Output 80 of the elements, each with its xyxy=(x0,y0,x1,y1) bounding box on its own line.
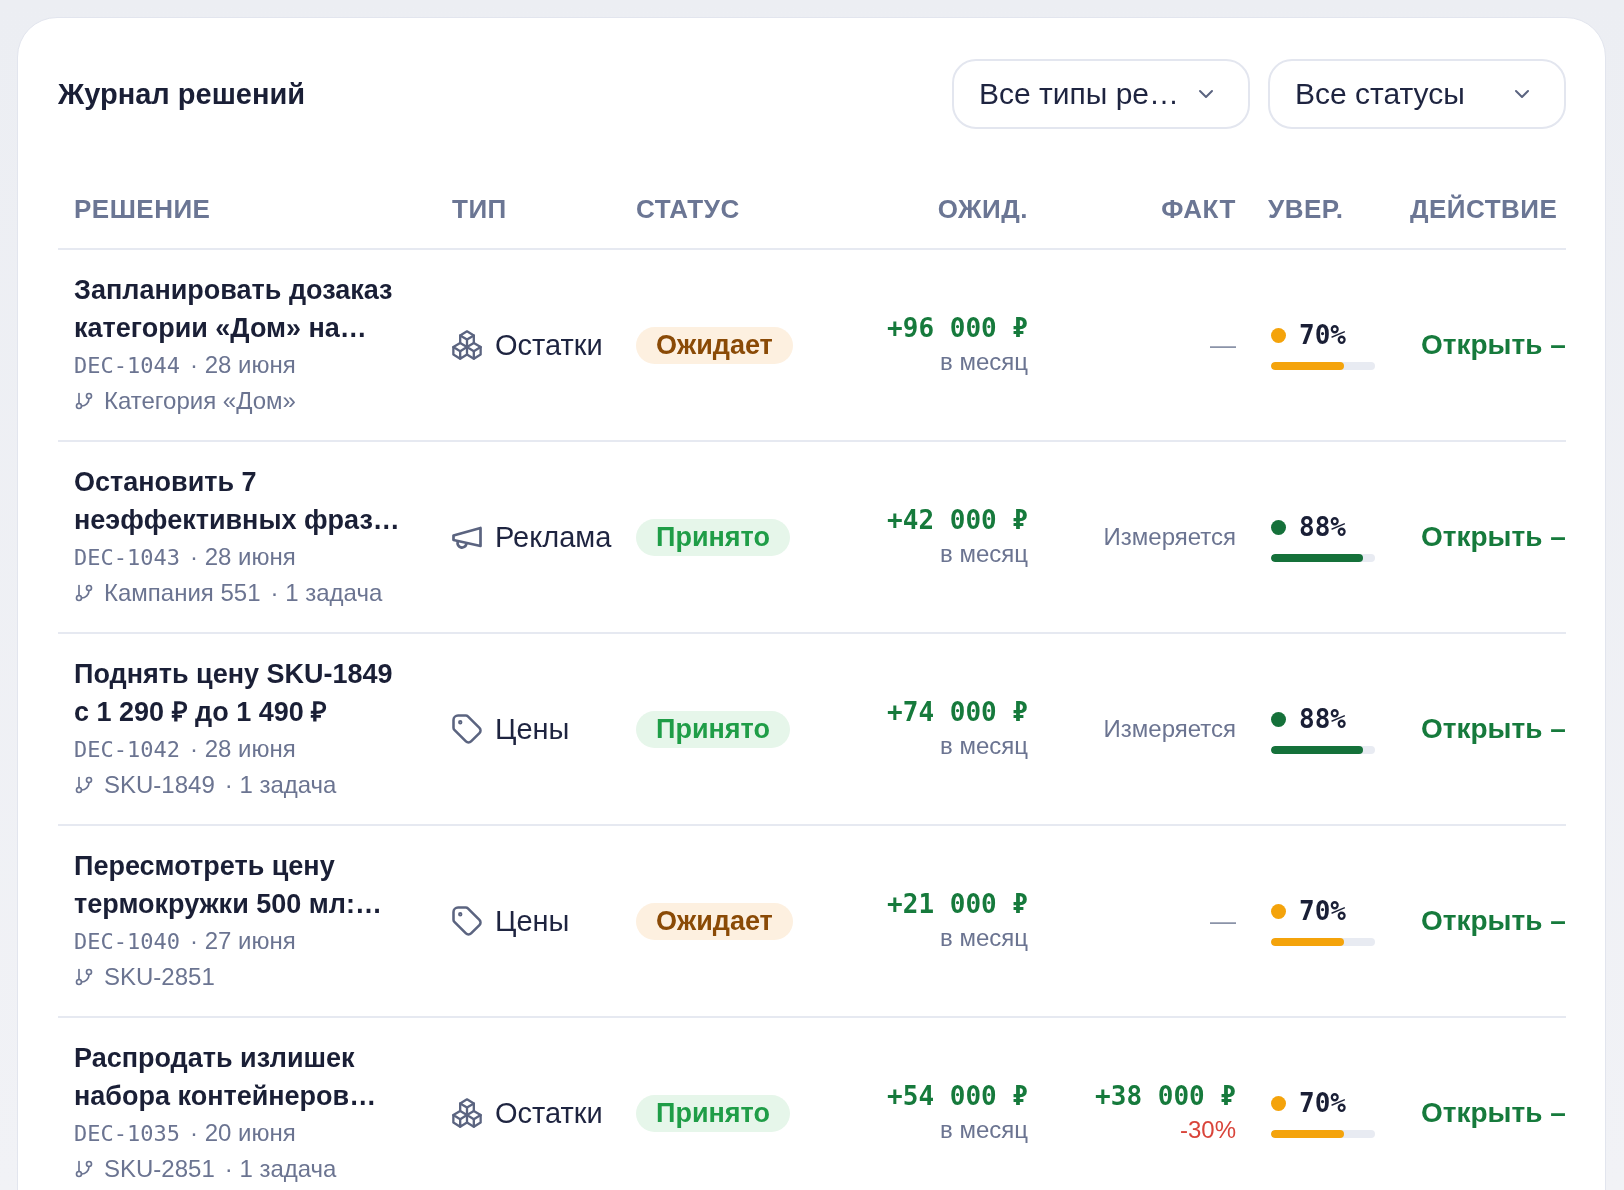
chevron-down-icon xyxy=(1514,89,1530,99)
journal-title: Журнал решений xyxy=(58,77,306,111)
expected-period: в месяц xyxy=(940,731,1028,761)
expected-period: в месяц xyxy=(940,1115,1028,1145)
decision-id: DEC-1042 xyxy=(74,736,180,762)
linked-object: Категория «Дом» xyxy=(104,387,296,415)
linked-object: SKU-2851 xyxy=(104,1155,215,1183)
open-link[interactable]: Открыть – xyxy=(1421,521,1566,552)
column-header: ДЕЙСТВИЕ xyxy=(1410,194,1558,224)
expected-amount: +21 000 ₽ xyxy=(887,888,1028,921)
expected-amount: +54 000 ₽ xyxy=(887,1080,1028,1113)
decision-type: Реклама xyxy=(495,520,612,554)
linked-object: Кампания 551 xyxy=(104,579,261,607)
column-header: ФАКТ xyxy=(1161,194,1236,224)
open-link[interactable]: Открыть – xyxy=(1421,905,1566,936)
tag-icon xyxy=(452,714,482,744)
status-badge: Ожидает xyxy=(636,902,793,940)
filter-dropdown[interactable]: Все типы ре… xyxy=(952,59,1250,129)
expected-period: в месяц xyxy=(940,923,1028,953)
open-link[interactable]: Открыть – xyxy=(1421,1097,1566,1128)
column-header: ОЖИД. xyxy=(937,194,1028,224)
branch-icon xyxy=(74,967,94,987)
decision-date: · 27 июня xyxy=(189,927,296,955)
task-count: · 1 задача xyxy=(270,579,383,607)
decision-type: Остатки xyxy=(495,328,603,362)
decision-id: DEC-1040 xyxy=(74,928,180,954)
column-header: РЕШЕНИЕ xyxy=(74,194,211,224)
branch-icon xyxy=(74,775,94,795)
expected-amount: +74 000 ₽ xyxy=(887,696,1028,729)
decision-date: · 28 июня xyxy=(189,735,296,763)
status-badge: Принято xyxy=(636,710,790,748)
open-link[interactable]: Открыть – xyxy=(1421,713,1566,744)
branch-icon xyxy=(74,583,94,603)
chevron-down-icon xyxy=(1198,89,1214,99)
decision-title: Распродать излишек набора контейнеров… xyxy=(74,1042,378,1113)
column-header: ТИП xyxy=(452,194,507,224)
expected-amount: +42 000 ₽ xyxy=(887,504,1028,537)
status-badge: Ожидает xyxy=(636,326,793,364)
column-header: СТАТУС xyxy=(636,194,740,224)
decision-title: Поднять цену SKU-1849 с 1 290 ₽ до 1 490 ₽ xyxy=(74,658,394,729)
linked-object: SKU-1849 xyxy=(104,771,215,799)
decision-id: DEC-1043 xyxy=(74,544,180,570)
confidence-value: 88% xyxy=(1299,704,1346,734)
fact-amount: +38 000 ₽ xyxy=(1095,1080,1236,1113)
confidence-value: 88% xyxy=(1299,512,1346,542)
decision-date: · 28 июня xyxy=(189,351,296,379)
confidence-value: 70% xyxy=(1299,1088,1346,1118)
decision-type: Цены xyxy=(495,904,570,938)
fact-deviation: -30% xyxy=(1179,1115,1236,1145)
fact-empty: — xyxy=(1210,329,1236,361)
decision-date: · 20 июня xyxy=(189,1119,296,1147)
expected-amount: +96 000 ₽ xyxy=(887,312,1028,345)
filter-dropdown[interactable]: Все статусы xyxy=(1268,59,1566,129)
branch-icon xyxy=(74,391,94,411)
status-badge: Принято xyxy=(636,518,790,556)
cubes-icon xyxy=(452,1098,482,1128)
status-badge: Принято xyxy=(636,1094,790,1132)
decision-date: · 28 июня xyxy=(189,543,296,571)
confidence-value: 70% xyxy=(1299,320,1346,350)
expected-period: в месяц xyxy=(940,539,1028,569)
decision-id: DEC-1044 xyxy=(74,352,180,378)
linked-object: SKU-2851 xyxy=(104,963,215,991)
task-count: · 1 задача xyxy=(224,771,337,799)
cubes-icon xyxy=(452,330,482,360)
fact-empty: — xyxy=(1210,905,1236,937)
decision-id: DEC-1035 xyxy=(74,1120,180,1146)
column-header: УВЕР. xyxy=(1268,194,1344,224)
decision-type: Цены xyxy=(495,712,570,746)
fact-status: Измеряется xyxy=(1103,715,1236,743)
fact-status: Измеряется xyxy=(1103,523,1236,551)
tag-icon xyxy=(452,906,482,936)
decision-title: Остановить 7 неэффективных фраз… xyxy=(74,466,401,537)
confidence-value: 70% xyxy=(1299,896,1346,926)
task-count: · 1 задача xyxy=(224,1155,337,1183)
decision-title: Пересмотреть цену термокружки 500 мл:… xyxy=(74,850,383,921)
decision-title: Запланировать дозаказ категории «Дом» на… xyxy=(74,274,394,345)
branch-icon xyxy=(74,1159,94,1179)
decision-type: Остатки xyxy=(495,1096,603,1130)
expected-period: в месяц xyxy=(940,347,1028,377)
open-link[interactable]: Открыть – xyxy=(1421,329,1566,360)
